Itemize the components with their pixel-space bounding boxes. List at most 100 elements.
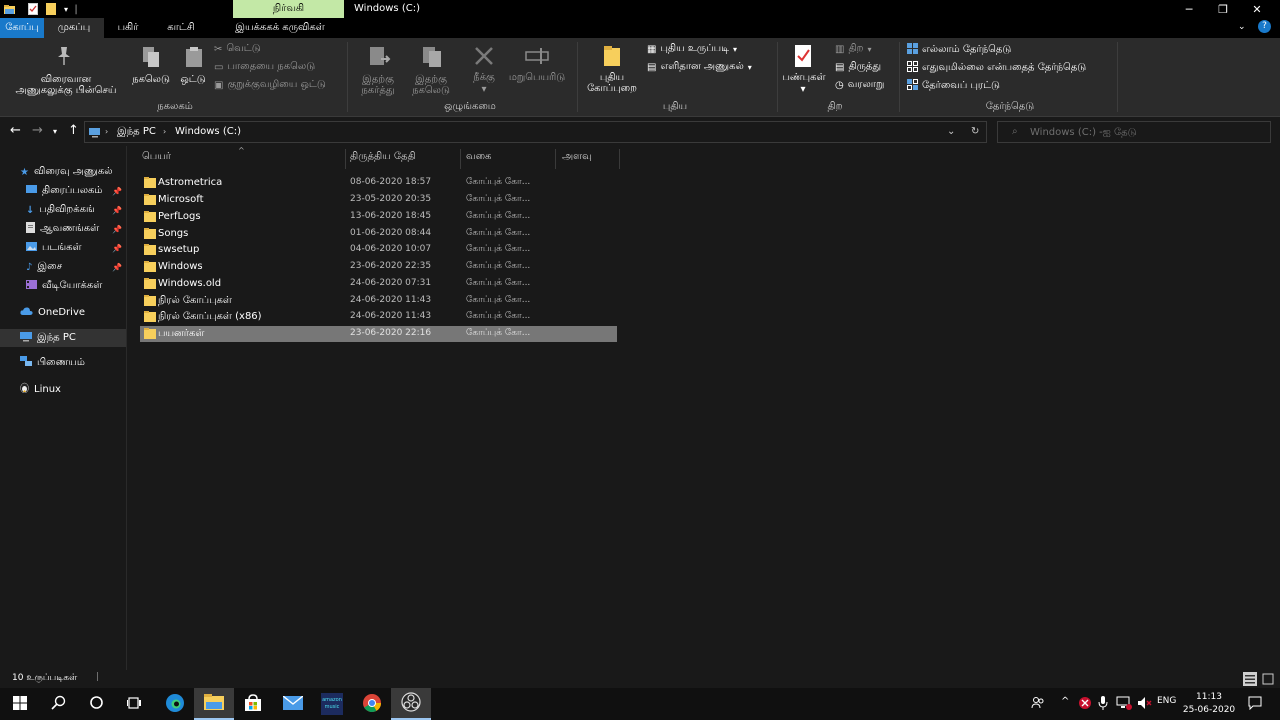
volume-muted-icon[interactable] <box>1137 696 1153 713</box>
history-button[interactable]: ◷ வரலாறு <box>835 79 884 91</box>
chrome-button[interactable] <box>352 688 392 720</box>
properties-dropdown-icon[interactable]: ▾ <box>798 84 808 95</box>
delete-dropdown-icon[interactable]: ▾ <box>479 84 489 95</box>
address-dropdown-icon[interactable]: ⌄ <box>947 126 955 137</box>
context-tab-manage[interactable]: நிர்வகி <box>233 0 344 18</box>
file-explorer-button[interactable] <box>194 688 234 720</box>
search-box[interactable]: ⌕ Windows (C:) -ஐ தேடு <box>997 121 1271 143</box>
copy-path-button[interactable]: ▭ பாதையை நகலெடு <box>214 61 315 73</box>
paste-button[interactable]: ஒட்டு <box>178 74 208 85</box>
mail-button[interactable] <box>273 688 313 720</box>
nav-item-pictures[interactable]: படங்கள் 📌 <box>26 239 126 257</box>
forward-button[interactable]: → <box>32 123 43 138</box>
table-row[interactable]: Windows.old 24-06-2020 07:31 கோப்புக் கோ… <box>140 276 617 292</box>
easy-access-button[interactable]: ▤ எளிதான அணுகல் ▾ <box>647 61 752 73</box>
table-row[interactable]: Astrometrica 08-06-2020 18:57 கோப்புக் க… <box>140 175 617 191</box>
table-row[interactable]: நிரல் கோப்புகள் (x86) 24-06-2020 11:43 க… <box>140 309 617 325</box>
nav-item-desktop[interactable]: திரைப்பலகம் 📌 <box>26 182 126 200</box>
details-view-button[interactable] <box>1243 672 1257 686</box>
column-header-modified[interactable]: திருத்திய தேதி <box>350 151 416 163</box>
collapse-ribbon-icon[interactable]: ⌄ <box>1238 22 1246 32</box>
clock[interactable]: 11:13 25-06-2020 <box>1180 691 1238 717</box>
table-row[interactable]: swsetup 04-06-2020 10:07 கோப்புக் கோ... <box>140 242 617 258</box>
folder-icon <box>144 311 156 322</box>
column-header-type[interactable]: வகை <box>466 151 491 163</box>
start-button[interactable] <box>0 688 40 720</box>
cortana-button[interactable] <box>76 688 116 720</box>
table-row[interactable]: Windows 23-06-2020 22:35 கோப்புக் கோ... <box>140 259 617 275</box>
tab-file[interactable]: கோப்பு <box>0 18 44 38</box>
file-name: PerfLogs <box>158 211 201 222</box>
open-label: திற <box>848 43 864 54</box>
address-bar[interactable]: › இந்த PC › Windows (C:) ⌄ ↻ <box>84 121 987 143</box>
up-button[interactable]: ↑ <box>68 123 79 138</box>
nav-onedrive[interactable]: OneDrive <box>20 303 126 321</box>
tab-share[interactable]: பகிர் <box>104 18 152 38</box>
nav-item-videos[interactable]: வீடியோக்கள் <box>26 277 126 295</box>
microphone-icon[interactable] <box>1098 696 1108 713</box>
new-folder-button[interactable]: புதிய கோப்புறை <box>580 72 644 94</box>
new-folder-quick-icon[interactable] <box>45 2 57 16</box>
properties-button[interactable]: பண்புகள் <box>778 72 830 83</box>
edit-button[interactable]: ▤ திருத்து <box>835 61 881 73</box>
nav-quick-access[interactable]: ★ விரைவு அணுகல் <box>20 163 126 181</box>
navigation-pane: ★ விரைவு அணுகல் திரைப்பலகம் 📌 ↓ பதிவிறக்… <box>0 146 127 670</box>
breadcrumb-this-pc[interactable]: இந்த PC <box>117 126 156 138</box>
tab-home[interactable]: முகப்பு <box>44 18 104 38</box>
edge-button[interactable] <box>155 688 195 720</box>
new-item-button[interactable]: ▦ புதிய உருப்படி ▾ <box>647 43 737 55</box>
pin-quick-access-button[interactable]: விரைவான அணுகலுக்கு பின்செய் <box>6 74 126 96</box>
nav-item-downloads[interactable]: ↓ பதிவிறக்கங் 📌 <box>26 201 126 219</box>
show-hidden-icons-chevron-icon[interactable]: ^ <box>1061 696 1069 707</box>
large-icons-view-button[interactable] <box>1261 672 1275 686</box>
help-icon[interactable]: ? <box>1258 20 1271 33</box>
amazon-music-button[interactable]: amazon music <box>312 688 352 720</box>
nav-item-music[interactable]: ♪ இசை 📌 <box>26 258 126 276</box>
file-type: கோப்புக் கோ... <box>466 261 531 271</box>
invert-selection-button[interactable]: தேர்வைப் புரட்டு <box>907 79 1000 93</box>
input-language[interactable]: ENG <box>1157 696 1176 706</box>
column-separator[interactable] <box>345 149 346 169</box>
column-separator[interactable] <box>555 149 556 169</box>
table-row[interactable]: PerfLogs 13-06-2020 18:45 கோப்புக் கோ... <box>140 209 617 225</box>
tab-drive-tools[interactable]: இயக்ககக் கருவிகள் <box>214 18 346 38</box>
table-row[interactable]: Songs 01-06-2020 08:44 கோப்புக் கோ... <box>140 226 617 242</box>
task-view-button[interactable] <box>114 688 154 720</box>
recent-locations-button[interactable]: ▾ <box>53 127 57 136</box>
action-center-icon[interactable] <box>1248 696 1262 713</box>
copy-button[interactable]: நகலெடு <box>128 74 174 85</box>
nav-this-pc[interactable]: இந்த PC <box>0 329 126 347</box>
column-header-name[interactable]: பெயர் <box>142 151 171 163</box>
column-separator[interactable] <box>460 149 461 169</box>
copy-to-button[interactable]: இதற்கு நகலெடு <box>406 74 456 96</box>
refresh-icon[interactable]: ↻ <box>971 126 979 137</box>
table-row[interactable]: நிரல் கோப்புகள் 24-06-2020 11:43 கோப்புக… <box>140 293 617 309</box>
back-button[interactable]: ← <box>10 123 21 138</box>
nav-linux[interactable]: Linux <box>20 380 126 398</box>
nav-item-documents[interactable]: ஆவணங்கள் 📌 <box>26 220 126 238</box>
delete-button[interactable]: நீக்கு <box>466 72 502 83</box>
select-all-button[interactable]: எல்லாம் தேர்ந்தெடு <box>907 43 1011 57</box>
breadcrumb-drive[interactable]: Windows (C:) <box>175 126 241 137</box>
people-icon[interactable] <box>1031 696 1045 713</box>
network-disconnected-icon[interactable] <box>1116 696 1132 713</box>
cut-button[interactable]: ✂ வெட்டு <box>214 43 261 55</box>
nav-network[interactable]: பிணையம் <box>20 354 126 372</box>
move-to-button[interactable]: இதற்கு நகர்த்து <box>353 74 403 96</box>
open-button[interactable]: ▥ திற ▾ <box>835 43 871 55</box>
search-button[interactable] <box>38 688 78 720</box>
paste-shortcut-button[interactable]: ▣ குறுக்குவழியை ஒட்டு <box>214 79 326 91</box>
obs-button[interactable] <box>391 688 431 720</box>
select-none-button[interactable]: எதுவுமில்லை என்பதைத் தேர்ந்தெடு <box>907 61 1086 75</box>
table-row-selected[interactable]: பயனர்கள் 23-06-2020 22:16 கோப்புக் கோ... <box>140 326 617 342</box>
table-row[interactable]: Microsoft 23-05-2020 20:35 கோப்புக் கோ..… <box>140 192 617 208</box>
antivirus-icon[interactable] <box>1078 696 1092 713</box>
tab-view[interactable]: காட்சி <box>152 18 210 38</box>
properties-quick-icon[interactable] <box>27 2 39 16</box>
rename-button[interactable]: மறுபெயரிடு <box>502 72 572 83</box>
store-button[interactable] <box>233 688 273 720</box>
close-button[interactable]: ✕ <box>1234 0 1280 18</box>
column-header-size[interactable]: அளவு <box>562 151 592 163</box>
folder-icon <box>144 244 156 255</box>
column-separator[interactable] <box>619 149 620 169</box>
